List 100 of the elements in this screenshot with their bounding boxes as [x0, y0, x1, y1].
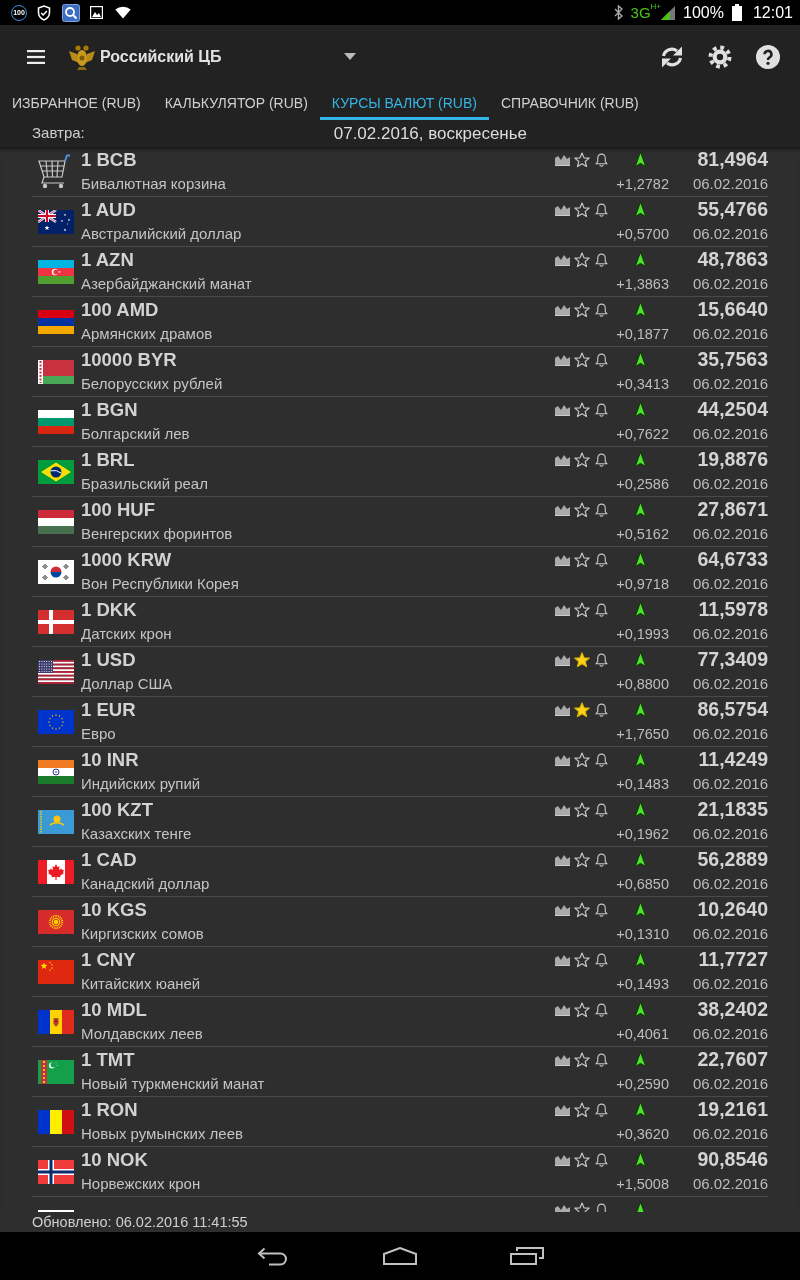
chart-icon[interactable] — [555, 203, 570, 216]
currency-name: Казахских тенге — [81, 824, 192, 844]
exchange-rate: 21,1835 — [697, 797, 768, 822]
star-icon[interactable] — [574, 1151, 590, 1168]
rate-date: 06.02.2016 — [692, 424, 768, 444]
star-icon[interactable] — [574, 601, 590, 618]
star-icon[interactable] — [574, 201, 590, 218]
flag-icon — [38, 459, 74, 484]
chart-icon[interactable] — [555, 303, 570, 316]
bell-icon[interactable] — [594, 601, 609, 618]
star-icon[interactable] — [574, 1051, 590, 1068]
bell-icon[interactable] — [594, 751, 609, 768]
bell-icon[interactable] — [594, 551, 609, 568]
exchange-rate: 55,4766 — [697, 197, 768, 222]
star-icon[interactable] — [574, 651, 590, 668]
star-icon[interactable] — [574, 401, 590, 418]
chart-icon[interactable] — [555, 453, 570, 466]
rate-date: 06.02.2016 — [692, 824, 768, 844]
rate-change: +0,9718 — [616, 575, 670, 594]
chart-icon[interactable] — [555, 753, 570, 766]
bell-icon[interactable] — [594, 801, 609, 818]
flag-icon — [38, 959, 74, 984]
caret-icon — [344, 53, 356, 60]
flag-icon — [38, 1009, 74, 1034]
chart-icon[interactable] — [555, 553, 570, 566]
star-icon[interactable] — [574, 1001, 590, 1018]
home-icon[interactable] — [382, 1247, 418, 1265]
bell-icon[interactable] — [594, 451, 609, 468]
star-icon[interactable] — [574, 151, 590, 168]
star-icon[interactable] — [574, 801, 590, 818]
tab[interactable]: СПРАВОЧНИК (RUB) — [489, 88, 651, 120]
star-icon[interactable] — [574, 351, 590, 368]
chart-icon[interactable] — [555, 503, 570, 516]
rate-change: +0,1877 — [616, 325, 670, 344]
refresh-icon[interactable] — [660, 44, 684, 69]
chart-icon[interactable] — [555, 703, 570, 716]
star-icon[interactable] — [574, 551, 590, 568]
star-icon[interactable] — [574, 901, 590, 918]
currency-name: Австралийский доллар — [81, 224, 242, 244]
chart-icon[interactable] — [555, 153, 570, 166]
chart-icon[interactable] — [555, 803, 570, 816]
currency-name: Бразильский реал — [81, 474, 208, 494]
bell-icon[interactable] — [594, 851, 609, 868]
chart-icon[interactable] — [555, 403, 570, 416]
bell-icon[interactable] — [594, 701, 609, 718]
star-icon[interactable] — [574, 1101, 590, 1118]
tab[interactable]: ИЗБРАННОЕ (RUB) — [0, 88, 153, 120]
chart-icon[interactable] — [555, 653, 570, 666]
rate-date: 06.02.2016 — [692, 174, 768, 194]
rate-date: 06.02.2016 — [692, 724, 768, 744]
settings-icon[interactable] — [708, 44, 732, 69]
bell-icon[interactable] — [594, 951, 609, 968]
bell-icon[interactable] — [594, 901, 609, 918]
chart-icon[interactable] — [555, 853, 570, 866]
star-icon[interactable] — [574, 951, 590, 968]
star-icon[interactable] — [574, 851, 590, 868]
bell-icon[interactable] — [594, 401, 609, 418]
menu-icon[interactable] — [27, 49, 45, 64]
chart-icon[interactable] — [555, 253, 570, 266]
chart-icon[interactable] — [555, 903, 570, 916]
currency-code: 100 KZT — [81, 798, 153, 822]
chart-icon[interactable] — [555, 353, 570, 366]
bell-icon[interactable] — [594, 1151, 609, 1168]
chart-icon[interactable] — [555, 1003, 570, 1016]
chart-icon[interactable] — [555, 1053, 570, 1066]
bell-icon[interactable] — [594, 1051, 609, 1068]
bell-icon[interactable] — [594, 651, 609, 668]
currency-code: 1 TMT — [81, 1048, 135, 1072]
tab[interactable]: КУРСЫ ВАЛЮТ (RUB) — [319, 88, 489, 120]
star-icon[interactable] — [574, 451, 590, 468]
help-icon[interactable] — [756, 44, 780, 69]
chart-icon[interactable] — [555, 953, 570, 966]
chart-icon[interactable] — [555, 603, 570, 616]
bell-icon[interactable] — [594, 151, 609, 168]
star-icon[interactable] — [574, 501, 590, 518]
bell-icon[interactable] — [594, 201, 609, 218]
rate-date: 06.02.2016 — [692, 224, 768, 244]
bell-icon[interactable] — [594, 251, 609, 268]
star-icon[interactable] — [574, 301, 590, 318]
back-icon[interactable] — [256, 1246, 290, 1266]
star-icon[interactable] — [574, 251, 590, 268]
currency-code: 100 HUF — [81, 498, 156, 522]
bell-icon[interactable] — [594, 351, 609, 368]
currency-code: 10 NOK — [81, 1148, 148, 1172]
chart-icon[interactable] — [555, 1153, 570, 1166]
source-dropdown[interactable]: Российский ЦБ — [68, 42, 357, 71]
flag-icon — [38, 1059, 74, 1084]
recent-apps-icon[interactable] — [510, 1247, 544, 1265]
bell-icon[interactable] — [594, 301, 609, 318]
bell-icon[interactable] — [594, 501, 609, 518]
currency-name: Индийских рупий — [81, 774, 201, 794]
currency-code: 1 EUR — [81, 698, 136, 722]
star-icon[interactable] — [574, 701, 590, 718]
currency-name: Бивалютная корзина — [81, 174, 226, 194]
tab[interactable]: КАЛЬКУЛЯТОР (RUB) — [152, 88, 320, 120]
star-icon[interactable] — [574, 751, 590, 768]
exchange-rate: 35,7563 — [697, 347, 768, 372]
chart-icon[interactable] — [555, 1103, 570, 1116]
bell-icon[interactable] — [594, 1001, 609, 1018]
bell-icon[interactable] — [594, 1101, 609, 1118]
